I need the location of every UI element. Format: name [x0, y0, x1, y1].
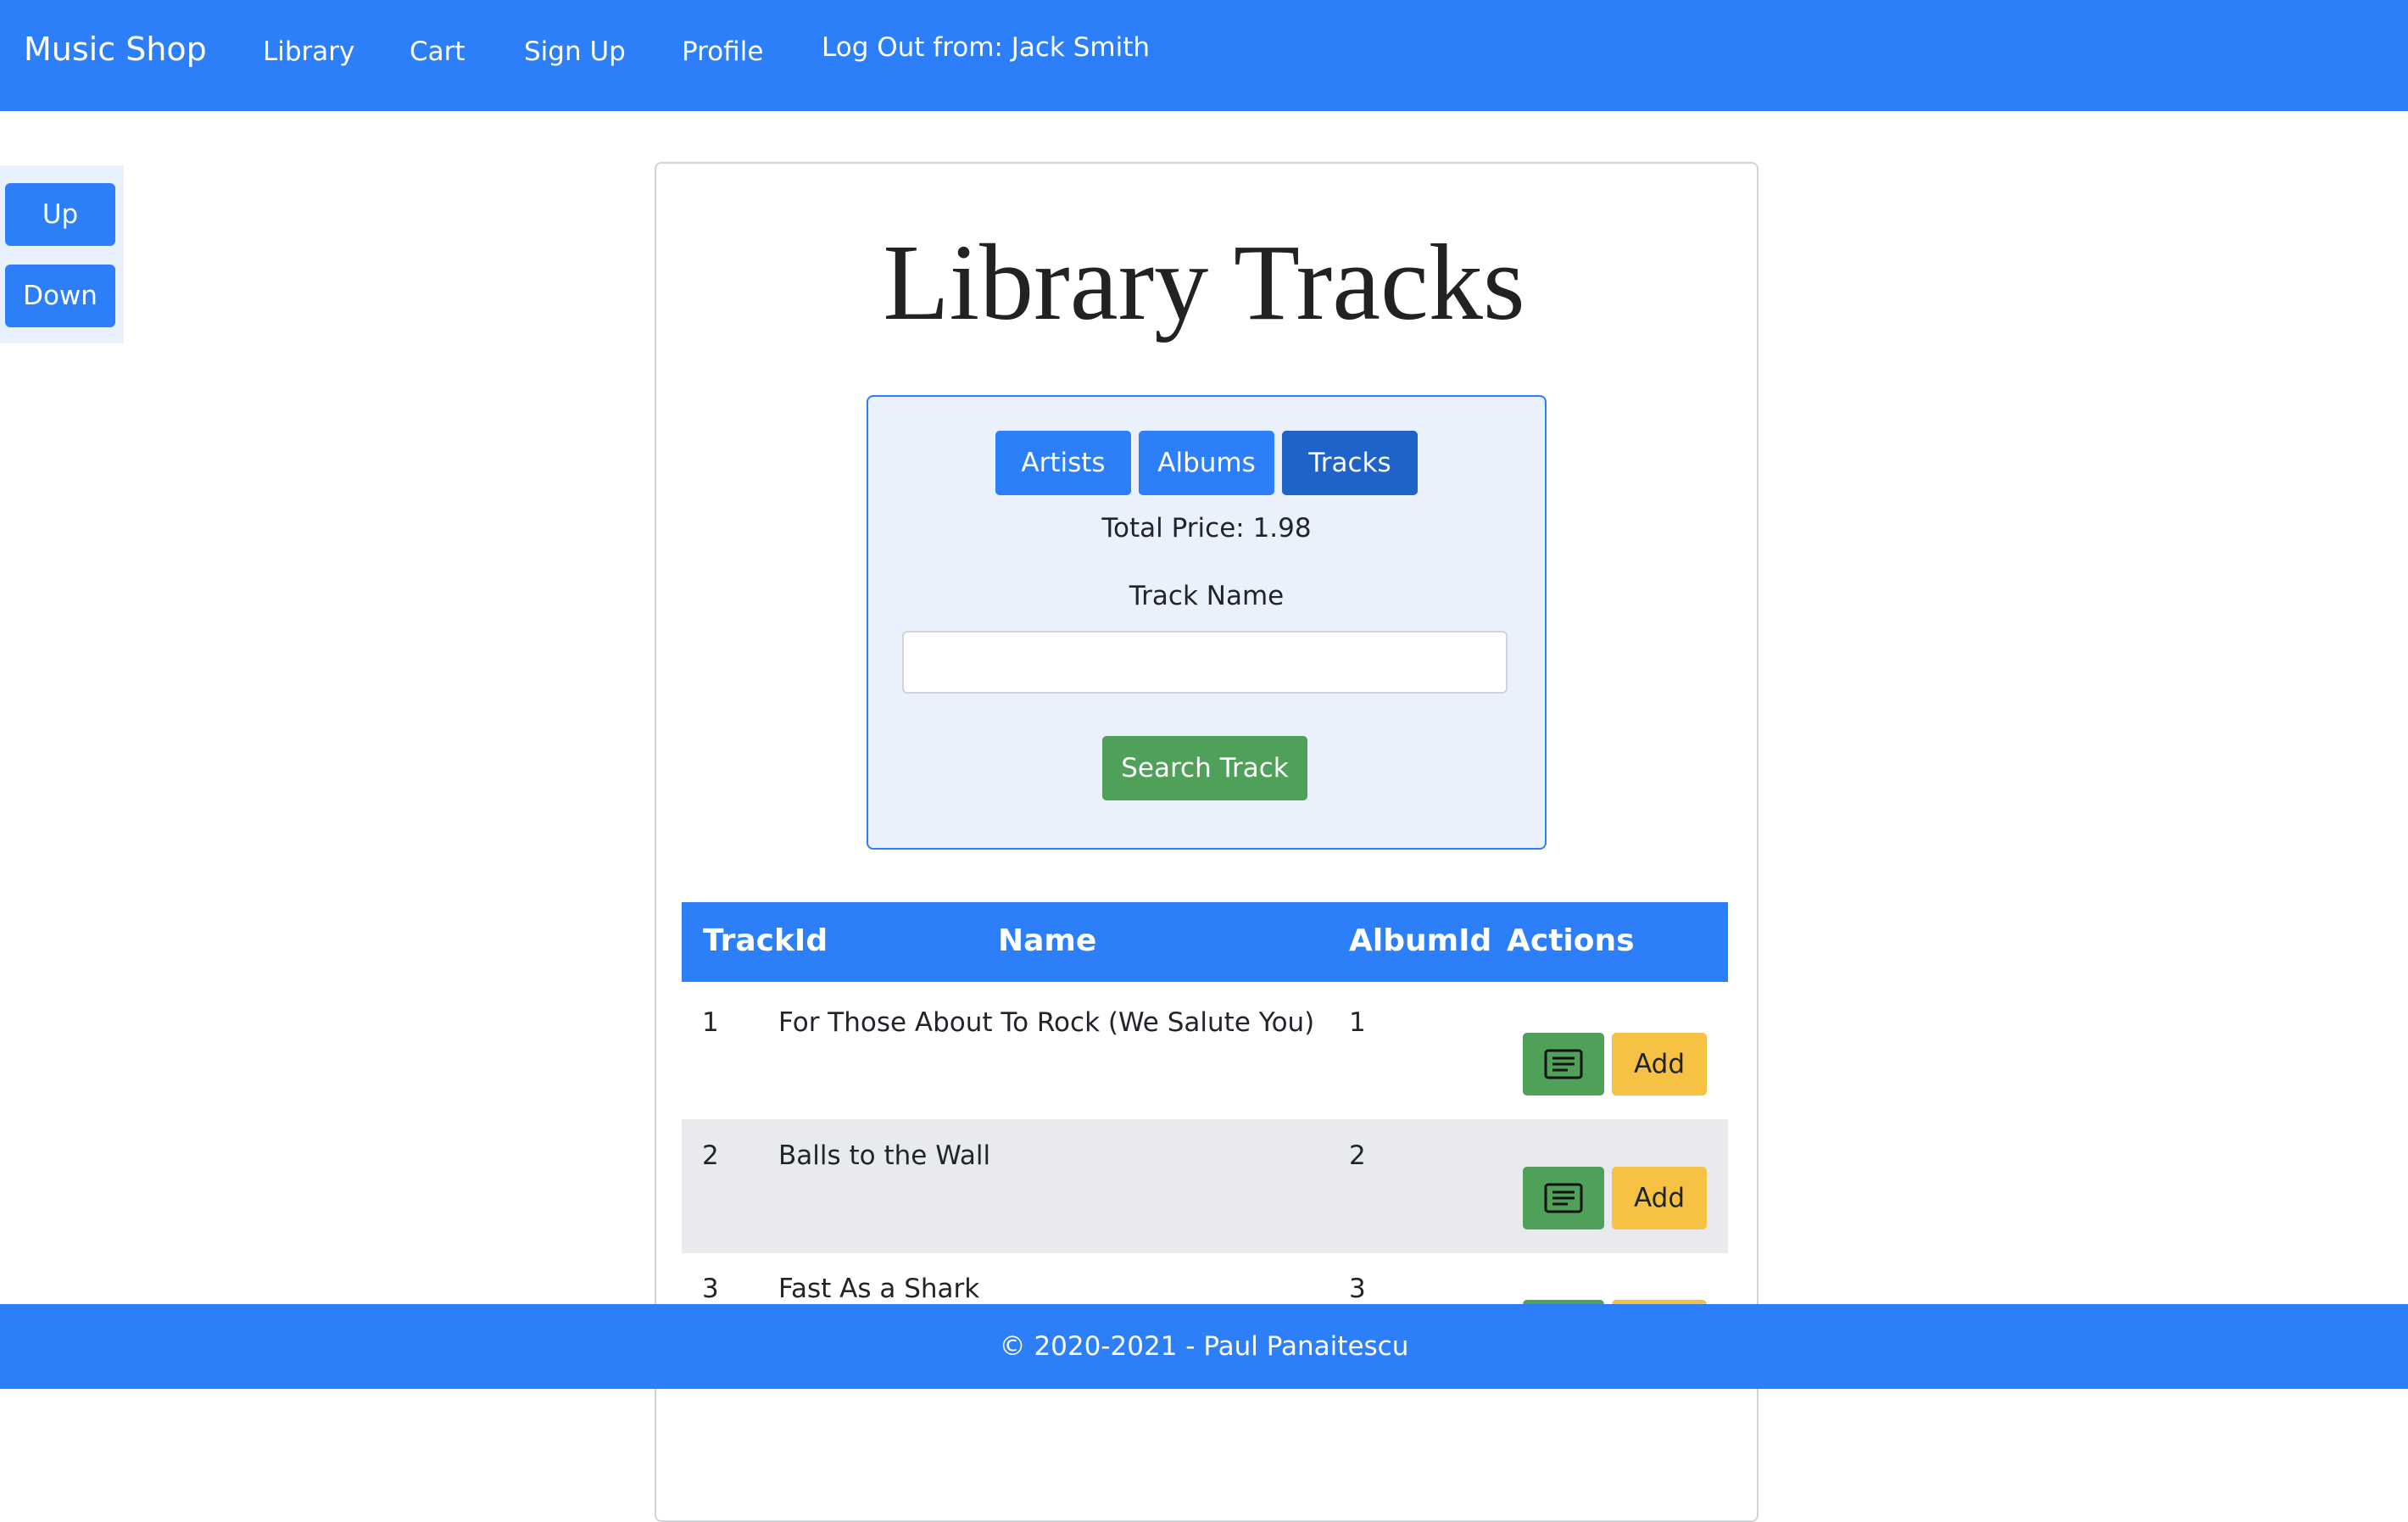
track-name-cell: Fast As a Shark — [778, 1274, 980, 1304]
footer: © 2020-2021 - Paul Panaitescu — [0, 1304, 2408, 1389]
nav-link-profile[interactable]: Profile — [682, 36, 763, 67]
details-button[interactable] — [1523, 1033, 1604, 1096]
details-button[interactable] — [1523, 1167, 1604, 1229]
column-header-name: Name — [998, 923, 1097, 958]
nav-link-cart[interactable]: Cart — [410, 36, 465, 67]
message-square-icon — [1544, 1183, 1583, 1213]
track-name-cell: For Those About To Rock (We Salute You) — [778, 1007, 1315, 1038]
track-name-cell: Balls to the Wall — [778, 1140, 991, 1171]
brand-link[interactable]: Music Shop — [24, 31, 207, 68]
search-track-button[interactable]: Search Track — [1102, 736, 1307, 800]
album-id-cell: 3 — [1349, 1274, 1366, 1304]
add-to-cart-button[interactable]: Add — [1612, 1167, 1707, 1229]
tab-albums[interactable]: Albums — [1139, 431, 1274, 495]
logout-link[interactable]: Log Out from: Jack Smith — [822, 32, 1150, 63]
column-header-actions: Actions — [1507, 923, 1635, 958]
top-navbar: Music Shop Library Cart Sign Up Profile … — [0, 0, 2408, 111]
track-name-label: Track Name — [1129, 581, 1285, 611]
total-price: Total Price: 1.98 — [1101, 513, 1312, 544]
track-name-input[interactable] — [902, 631, 1508, 694]
track-id-cell: 2 — [702, 1140, 719, 1171]
page-title: Library Tracks — [883, 222, 1525, 343]
album-id-cell: 2 — [1349, 1140, 1366, 1171]
column-header-albumid: AlbumId — [1349, 923, 1492, 958]
tab-artists[interactable]: Artists — [995, 431, 1131, 495]
album-id-cell: 1 — [1349, 1007, 1366, 1038]
track-id-cell: 3 — [702, 1274, 719, 1304]
add-to-cart-button[interactable]: Add — [1612, 1033, 1707, 1096]
column-header-trackid: TrackId — [703, 923, 828, 958]
tab-tracks[interactable]: Tracks — [1282, 431, 1418, 495]
nav-link-sign-up[interactable]: Sign Up — [524, 36, 626, 67]
track-id-cell: 1 — [702, 1007, 719, 1038]
message-square-icon — [1544, 1049, 1583, 1079]
nav-link-library[interactable]: Library — [263, 36, 354, 67]
